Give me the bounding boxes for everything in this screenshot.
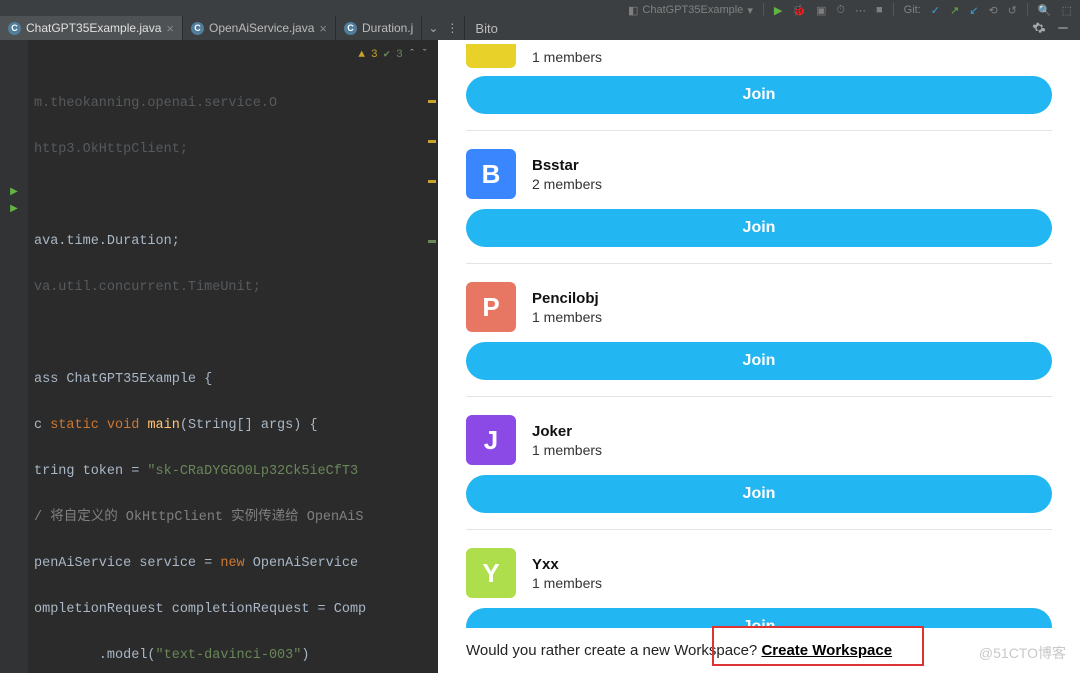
footer-text: Would you rather create a new Workspace?: [466, 642, 761, 659]
run-icon[interactable]: ▶: [774, 4, 782, 17]
join-button[interactable]: Join: [466, 342, 1052, 380]
tabs-row: C ChatGPT35Example.java × C OpenAiServic…: [0, 16, 1080, 40]
workspace-name: Joker: [532, 423, 602, 440]
close-icon[interactable]: ×: [166, 22, 174, 35]
editor-marker-strip[interactable]: [426, 40, 438, 673]
workspace-item: J Joker 1 members Join: [466, 409, 1052, 530]
ide-settings-icon[interactable]: ⬚: [1062, 4, 1072, 17]
workspace-avatar: B: [466, 149, 516, 199]
workspace-item: P Pencilobj 1 members Join: [466, 276, 1052, 397]
editor-tabs: C ChatGPT35Example.java × C OpenAiServic…: [0, 16, 464, 40]
coverage-icon[interactable]: ▣: [816, 4, 826, 17]
workspace-members: 1 members: [532, 442, 602, 458]
tab-openaiservice[interactable]: C OpenAiService.java ×: [183, 16, 336, 40]
workspace-avatar: J: [466, 415, 516, 465]
tabs-more-icon[interactable]: ⋮: [446, 21, 458, 35]
bito-titlebar: Bito: [464, 16, 1080, 40]
git-update-icon[interactable]: ✓: [931, 4, 940, 17]
workspace-item: Y Yxx 1 members Join: [466, 542, 1052, 628]
workspace-list[interactable]: B 1 members Join B Bsstar 2 members Join P Penci…: [466, 40, 1052, 628]
workspace-members: 1 members: [532, 49, 602, 65]
join-button[interactable]: Join: [466, 209, 1052, 247]
tab-label: ChatGPT35Example.java: [26, 21, 161, 35]
run-config-label: ChatGPT35Example: [642, 4, 743, 16]
tab-label: OpenAiService.java: [209, 21, 314, 35]
main-split: ▶ ▶ ▲3 ✔3 ˆˇ m.theokanning.openai.servic…: [0, 40, 1080, 673]
workspace-avatar: B: [466, 44, 516, 68]
git-push-icon[interactable]: ↗: [950, 4, 959, 17]
workspace-avatar: Y: [466, 548, 516, 598]
bito-panel: B 1 members Join B Bsstar 2 members Join P Penci…: [438, 40, 1080, 673]
run-line-icon[interactable]: ▶: [10, 203, 18, 214]
chevron-down-icon[interactable]: ⌄: [428, 21, 438, 35]
separator: [466, 263, 1052, 264]
tab-label: Duration.j: [362, 21, 413, 35]
workspace-members: 1 members: [532, 309, 602, 325]
code-editor[interactable]: ▲3 ✔3 ˆˇ m.theokanning.openai.service.O …: [28, 40, 438, 673]
join-button[interactable]: Join: [466, 475, 1052, 513]
workspace-footer: Would you rather create a new Workspace?…: [466, 628, 1052, 661]
bito-title: Bito: [475, 21, 497, 36]
workspace-item: B 1 members Join: [466, 40, 1052, 131]
separator: [466, 529, 1052, 530]
join-button[interactable]: Join: [466, 76, 1052, 114]
editor-gutter: ▶ ▶: [0, 40, 28, 673]
toolbar: ◧ ChatGPT35Example ▾ ▶ 🐞 ▣ ⏱ ⋯ ■ Git: ✓ …: [0, 4, 1080, 16]
profile-icon[interactable]: ⏱: [836, 4, 845, 17]
tab-chatgpt35example[interactable]: C ChatGPT35Example.java ×: [0, 16, 183, 40]
java-class-icon: C: [8, 22, 21, 35]
workspace-name: Pencilobj: [532, 290, 602, 307]
separator: [466, 130, 1052, 131]
git-pull-icon[interactable]: ↙: [969, 4, 978, 17]
run-line-icon[interactable]: ▶: [10, 186, 18, 197]
close-icon[interactable]: ×: [319, 22, 327, 35]
debug-icon[interactable]: 🐞: [792, 4, 806, 17]
workspace-avatar: P: [466, 282, 516, 332]
workspace-name: Yxx: [532, 556, 602, 573]
gear-icon[interactable]: [1032, 21, 1046, 35]
java-class-icon: C: [191, 22, 204, 35]
workspace-name: Bsstar: [532, 157, 602, 174]
inspection-summary[interactable]: ▲3 ✔3 ˆˇ: [358, 44, 428, 67]
git-history-icon[interactable]: ⟲: [988, 4, 997, 17]
tab-duration[interactable]: C Duration.j: [336, 16, 422, 40]
more-run-icon[interactable]: ⋯: [855, 4, 866, 17]
workspace-item: B Bsstar 2 members Join: [466, 143, 1052, 264]
workspace-members: 1 members: [532, 575, 602, 591]
git-label: Git:: [904, 4, 921, 16]
search-icon[interactable]: 🔍: [1038, 4, 1052, 17]
java-class-icon: C: [344, 22, 357, 35]
workspace-members: 2 members: [532, 176, 602, 192]
separator: [466, 396, 1052, 397]
minimize-icon[interactable]: [1056, 21, 1070, 35]
create-workspace-link[interactable]: Create Workspace: [761, 642, 892, 659]
run-config-selector[interactable]: ◧ ChatGPT35Example ▾: [628, 4, 753, 17]
join-button[interactable]: Join: [466, 608, 1052, 628]
git-revert-icon[interactable]: ↺: [1008, 4, 1017, 17]
stop-icon[interactable]: ■: [876, 4, 883, 16]
